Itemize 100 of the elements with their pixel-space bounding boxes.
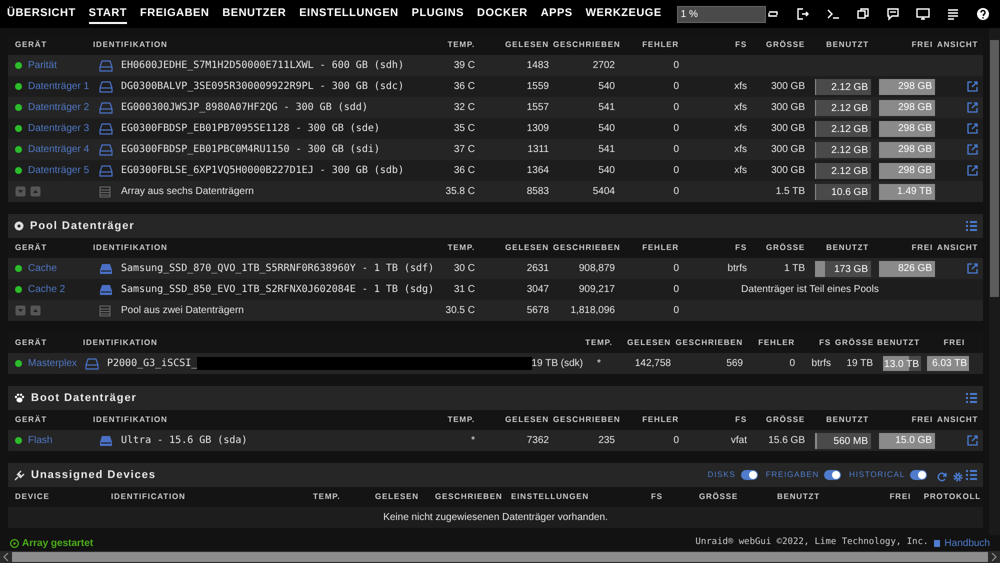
device-link[interactable]: Masterplex bbox=[28, 356, 77, 371]
nav-tab[interactable]: BENUTZER bbox=[222, 4, 286, 24]
toggle-switch[interactable] bbox=[740, 470, 758, 480]
column-header: GELESEN bbox=[504, 414, 550, 426]
column-header: PROTOKOLL bbox=[922, 491, 982, 503]
device-link[interactable]: Datenträger 4 bbox=[28, 142, 90, 157]
column-header: GESCHRIEBEN bbox=[435, 491, 504, 503]
disk-identification: EG0300FBDSP_EB01PBC0M4RU1150 - 300 GB (sdi) bbox=[121, 143, 380, 157]
manual-link[interactable]: Handbuch bbox=[944, 536, 990, 550]
free-reading: 298 GB bbox=[879, 78, 935, 94]
device-link[interactable]: Datenträger 5 bbox=[28, 163, 90, 178]
table-cell-text: xfs bbox=[733, 101, 748, 115]
column-header: FS bbox=[734, 39, 748, 51]
table-cell-text: 541 bbox=[597, 143, 616, 157]
table-cell-text: 300 GB bbox=[770, 164, 806, 178]
settings-icon[interactable] bbox=[953, 472, 963, 482]
external-link-icon[interactable] bbox=[967, 144, 978, 155]
free-reading: 298 GB bbox=[879, 162, 935, 178]
table-cell-text: 300 GB bbox=[770, 80, 806, 94]
windows-icon[interactable] bbox=[856, 7, 870, 21]
disk-identification: P2000_G3_iSCSI_ bbox=[107, 357, 198, 371]
table-cell-text: 7362 bbox=[526, 434, 550, 448]
status-dot-icon bbox=[15, 62, 22, 69]
section-title: Pool Datenträger bbox=[30, 218, 135, 234]
column-header: ANSICHT bbox=[937, 414, 980, 426]
table-cell-text: 36 C bbox=[452, 80, 476, 94]
collapse-icon[interactable] bbox=[15, 186, 26, 197]
drive-icon bbox=[99, 144, 113, 156]
terminal-icon[interactable] bbox=[826, 7, 840, 21]
toggle-switch[interactable] bbox=[824, 470, 842, 480]
table-cell-text: 15.6 GB bbox=[767, 434, 806, 448]
table-cell-text: xfs bbox=[733, 143, 748, 157]
status-dot-icon bbox=[15, 286, 22, 293]
external-link-icon[interactable] bbox=[967, 435, 978, 446]
drive-icon bbox=[99, 60, 113, 72]
expand-icon[interactable] bbox=[30, 186, 41, 197]
table-cell-text: 0 bbox=[672, 283, 680, 297]
device-link[interactable]: Datenträger 1 bbox=[28, 79, 90, 94]
usage-reading: 2.12 GB bbox=[831, 144, 868, 158]
external-link-icon[interactable] bbox=[967, 81, 978, 92]
column-header: TEMP. bbox=[313, 491, 342, 503]
status-dot-icon bbox=[15, 146, 22, 153]
device-link[interactable]: Cache bbox=[28, 261, 57, 276]
column-header: IDENTIFIKATION bbox=[93, 39, 169, 51]
column-header: BENUTZT bbox=[825, 414, 870, 426]
nav-tab[interactable]: EINSTELLUNGEN bbox=[299, 4, 399, 24]
nav-tab[interactable]: APPS bbox=[540, 4, 573, 24]
status-dot-icon bbox=[15, 360, 22, 367]
table-cell-text: 36 C bbox=[452, 164, 476, 178]
comment-icon[interactable] bbox=[886, 7, 900, 21]
refresh-icon[interactable] bbox=[937, 472, 947, 482]
table-cell-text: 300 GB bbox=[770, 101, 806, 115]
nav-tab[interactable]: FREIGABEN bbox=[140, 4, 210, 24]
external-link-icon[interactable] bbox=[967, 123, 978, 134]
external-link-icon[interactable] bbox=[967, 165, 978, 176]
scrollbar-thumb[interactable] bbox=[12, 552, 988, 562]
disk-identification: EG000300JWSJP_8980A07HF2QG - 300 GB (sdd) bbox=[121, 101, 368, 115]
toggle-switch[interactable] bbox=[910, 470, 927, 480]
play-circle-icon bbox=[10, 538, 19, 548]
column-header: GELESEN bbox=[375, 491, 420, 503]
summary-label: Pool aus zwei Datenträgern bbox=[121, 304, 244, 318]
nav-tab[interactable]: ÜBERSICHT bbox=[7, 4, 76, 24]
nav-tab[interactable]: PLUGINS bbox=[412, 4, 464, 24]
nav-tab[interactable]: WERKZEUGE bbox=[586, 4, 662, 24]
table-cell-text: 0 bbox=[672, 164, 680, 178]
device-link[interactable]: Datenträger 2 bbox=[28, 100, 90, 115]
device-link[interactable]: Flash bbox=[28, 433, 52, 448]
table-cell-text: 1,818,096 bbox=[570, 304, 616, 318]
pool-note: Datenträger ist Teil eines Pools bbox=[740, 283, 880, 297]
usage-reading: 13.0 TB bbox=[884, 358, 919, 372]
nav-tab[interactable]: START bbox=[88, 4, 128, 24]
logout-icon[interactable] bbox=[796, 7, 810, 21]
device-link[interactable]: Parität bbox=[28, 58, 57, 73]
drive-icon bbox=[99, 262, 113, 274]
column-header: GERÄT bbox=[15, 414, 48, 426]
table-cell-text: 5404 bbox=[592, 185, 616, 199]
table-cell-text: xfs bbox=[733, 164, 748, 178]
disk-identification: Ultra - 15.6 GB (sda) bbox=[121, 434, 248, 448]
copyright-text: Unraid® webGui ©2022, Lime Technology, Inc. bbox=[695, 536, 928, 550]
column-header: GELESEN bbox=[504, 39, 550, 51]
nav-tab[interactable]: DOCKER bbox=[477, 4, 528, 24]
section-title: Boot Datenträger bbox=[31, 390, 137, 406]
device-link[interactable]: Datenträger 3 bbox=[28, 121, 90, 136]
toggle-label: DISKS bbox=[708, 469, 736, 481]
collapse-icon[interactable] bbox=[15, 305, 26, 316]
column-header: TEMP. bbox=[446, 242, 476, 254]
column-header: ANSICHT bbox=[937, 242, 980, 254]
table-cell-text: 0 bbox=[672, 59, 680, 73]
help-icon[interactable] bbox=[976, 7, 990, 21]
column-header: FREI bbox=[910, 39, 934, 51]
expand-icon[interactable] bbox=[30, 305, 41, 316]
array-status: Array gestartet bbox=[22, 536, 94, 550]
external-link-icon[interactable] bbox=[967, 102, 978, 113]
device-link[interactable]: Cache 2 bbox=[28, 282, 66, 297]
external-link-icon[interactable] bbox=[967, 263, 978, 274]
scrollbar-thumb[interactable] bbox=[990, 40, 999, 297]
monitor-icon[interactable] bbox=[916, 7, 930, 21]
column-header: GERÄT bbox=[15, 242, 48, 254]
list-icon[interactable] bbox=[946, 7, 960, 21]
disk-identification: EG0300FBDSP_EB01PB7095SE1128 - 300 GB (sde) bbox=[121, 122, 380, 136]
